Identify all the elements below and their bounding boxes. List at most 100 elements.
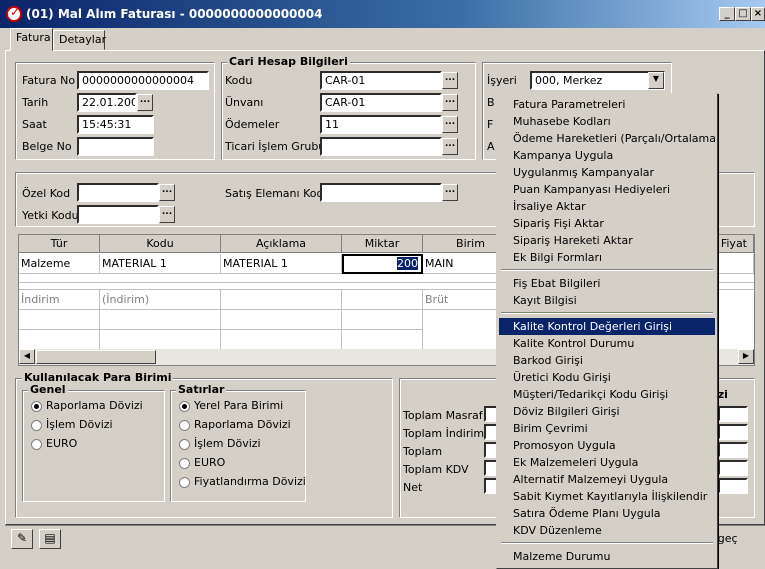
grid-cell-miktar-edit[interactable]: 200 <box>342 254 423 274</box>
tarih-label: Tarih <box>22 96 49 109</box>
menu-item-uretici-kodu[interactable]: Üretici Kodu Girişi <box>499 369 715 386</box>
radio-satir-fiyatlandirma[interactable] <box>179 477 190 488</box>
satir-islem-label: İşlem Dövizi <box>194 437 261 450</box>
grid-empty-cell[interactable] <box>19 310 100 330</box>
menu-item-barkod-girisi[interactable]: Barkod Girişi <box>499 352 715 369</box>
grid-header-aciklama[interactable]: Açıklama <box>221 235 342 253</box>
radio-genel-raporlama[interactable] <box>31 401 42 412</box>
satis-elemani-label: Satış Elemanı Kodu <box>225 187 331 200</box>
menu-item-siparis-hareketi-aktar[interactable]: Sipariş Hareketi Aktar <box>499 232 715 249</box>
fatura-no-field[interactable]: 0000000000000004 <box>77 71 209 90</box>
ticari-islem-lookup-button[interactable]: ... <box>442 138 458 155</box>
saat-label: Saat <box>22 118 47 131</box>
radio-satir-islem[interactable] <box>179 439 190 450</box>
menu-item-kampanya-uygula[interactable]: Kampanya Uygula <box>499 147 715 164</box>
cari-unvani-lookup-button[interactable]: ... <box>442 94 458 111</box>
satirlar-group-title: Satırlar <box>176 383 227 396</box>
odemeler-field[interactable]: 11 <box>320 115 442 134</box>
genel-euro-label: EURO <box>46 437 78 450</box>
edit-note-icon[interactable]: ✎ <box>11 529 33 549</box>
satis-elemani-lookup-button[interactable]: ... <box>442 184 458 201</box>
grid-cell-kodu[interactable]: MATERIAL 1 <box>100 254 221 274</box>
b-label: B <box>487 96 495 109</box>
grid-cell-miktar: 200 <box>397 257 418 270</box>
grid-header-tur[interactable]: Tür <box>19 235 100 253</box>
attachment-icon[interactable]: ▤ <box>39 529 61 549</box>
isyeri-dropdown-icon[interactable]: ▼ <box>648 72 664 89</box>
radio-satir-euro[interactable] <box>179 458 190 469</box>
menu-item-sabit-kiymet[interactable]: Sabit Kıymet Kayıtlarıyla İlişkilendir <box>499 488 715 505</box>
genel-islem-label: İşlem Dövizi <box>46 418 113 431</box>
dovizi-field-2 <box>718 424 748 440</box>
close-button[interactable]: × <box>751 7 765 21</box>
menu-item-siparis-fisi-aktar[interactable]: Sipariş Fişi Aktar <box>499 215 715 232</box>
grid-empty-cell[interactable] <box>221 310 342 330</box>
grid-header-kodu[interactable]: Kodu <box>100 235 221 253</box>
menu-item-fatura-parametreleri[interactable]: Fatura Parametreleri <box>499 96 715 113</box>
grid-empty-cell[interactable] <box>100 310 221 330</box>
grid-empty-cell[interactable] <box>342 330 423 350</box>
menu-item-satira-odeme-plani[interactable]: Satıra Ödeme Planı Uygula <box>499 505 715 522</box>
grid-empty-cell[interactable] <box>221 330 342 350</box>
scroll-left-icon[interactable]: ◀ <box>19 349 35 364</box>
menu-item-kayit-bilgisi[interactable]: Kayıt Bilgisi <box>499 292 715 309</box>
satis-elemani-field[interactable] <box>320 183 442 202</box>
ticari-islem-field[interactable] <box>320 137 442 156</box>
tarih-field[interactable]: 22.01.2001 <box>77 93 137 112</box>
menu-item-ek-malzemeleri[interactable]: Ek Malzemeleri Uygula <box>499 454 715 471</box>
tab-detaylar[interactable]: Detaylar <box>53 30 106 50</box>
date-picker-button[interactable]: ... <box>137 94 153 111</box>
grid-cell-aciklama[interactable]: MATERIAL 1 <box>221 254 342 274</box>
cari-kodu-lookup-button[interactable]: ... <box>442 72 458 89</box>
grid-cell-indirim-tur[interactable]: İndirim <box>19 290 100 310</box>
grid-cell-tur[interactable]: Malzeme <box>19 254 100 274</box>
yetki-kodu-lookup-button[interactable]: ... <box>159 206 175 223</box>
context-menu: Fatura Parametreleri Muhasebe Kodları Öd… <box>496 93 718 569</box>
menu-item-promosyon-uygula[interactable]: Promosyon Uygula <box>499 437 715 454</box>
cari-kodu-field[interactable]: CAR-01 <box>320 71 442 90</box>
ozel-kod-lookup-button[interactable]: ... <box>159 184 175 201</box>
saat-field[interactable]: 15:45:31 <box>77 115 154 134</box>
radio-genel-islem[interactable] <box>31 420 42 431</box>
grid-cell-indirim-aciklama[interactable] <box>221 290 342 310</box>
menu-item-kalite-kontrol-durumu[interactable]: Kalite Kontrol Durumu <box>499 335 715 352</box>
grid-header-miktar[interactable]: Miktar <box>342 235 423 253</box>
grid-empty-cell[interactable] <box>19 330 100 350</box>
yetki-kodu-field[interactable] <box>77 205 159 224</box>
menu-item-ek-bilgi-formlari[interactable]: Ek Bilgi Formları <box>499 249 715 266</box>
grid-cell-indirim-kodu[interactable]: (İndirim) <box>100 290 221 310</box>
menu-item-puan-kampanyasi[interactable]: Puan Kampanyası Hediyeleri <box>499 181 715 198</box>
ozel-kod-field[interactable] <box>77 183 159 202</box>
menu-item-irsaliye-aktar[interactable]: İrsaliye Aktar <box>499 198 715 215</box>
radio-satir-raporlama[interactable] <box>179 420 190 431</box>
menu-item-fis-ebat-bilgileri[interactable]: Fiş Ebat Bilgileri <box>499 275 715 292</box>
menu-item-kalite-kontrol-degerleri[interactable]: Kalite Kontrol Değerleri Girişi <box>499 318 715 335</box>
minimize-button[interactable]: _ <box>719 7 735 21</box>
menu-item-uygulanmis-kampanyalar[interactable]: Uygulanmış Kampanyalar <box>499 164 715 181</box>
cari-unvani-field[interactable]: CAR-01 <box>320 93 442 112</box>
menu-item-musteri-tedarikci-kodu[interactable]: Müşteri/Tedarikçi Kodu Girişi <box>499 386 715 403</box>
scroll-right-icon[interactable]: ▶ <box>738 349 754 364</box>
menu-item-odeme-hareketleri[interactable]: Ödeme Hareketleri (Parçalı/Ortalama) <box>499 130 717 147</box>
toplam-label: Toplam <box>403 445 443 458</box>
toplam-kdv-label: Toplam KDV <box>403 463 469 476</box>
isyeri-select[interactable]: 000, Merkez <box>530 71 665 90</box>
menu-item-doviz-bilgileri[interactable]: Döviz Bilgileri Girişi <box>499 403 715 420</box>
odemeler-lookup-button[interactable]: ... <box>442 116 458 133</box>
scroll-thumb[interactable] <box>36 350 156 364</box>
menu-item-malzeme-durumu[interactable]: Malzeme Durumu <box>499 548 715 565</box>
grid-empty-cell[interactable] <box>342 310 423 330</box>
belge-no-field[interactable] <box>77 137 154 156</box>
grid-empty-cell[interactable] <box>100 330 221 350</box>
menu-item-birim-cevrimi[interactable]: Birim Çevrimi <box>499 420 715 437</box>
tab-fatura[interactable]: Fatura <box>10 28 53 51</box>
menu-item-alternatif-malzeme[interactable]: Alternatif Malzemeyi Uygula <box>499 471 715 488</box>
isyeri-label: İşyeri <box>487 74 517 87</box>
menu-item-muhasebe-kodlari[interactable]: Muhasebe Kodları <box>499 113 715 130</box>
radio-genel-euro[interactable] <box>31 439 42 450</box>
satir-fiyatlandirma-label: Fiyatlandırma Dövizi <box>194 475 306 488</box>
maximize-button[interactable]: □ <box>735 7 751 21</box>
grid-cell-indirim-miktar[interactable] <box>342 290 423 310</box>
radio-satir-yerel[interactable] <box>179 401 190 412</box>
menu-item-kdv-duzenleme[interactable]: KDV Düzenleme <box>499 522 715 539</box>
